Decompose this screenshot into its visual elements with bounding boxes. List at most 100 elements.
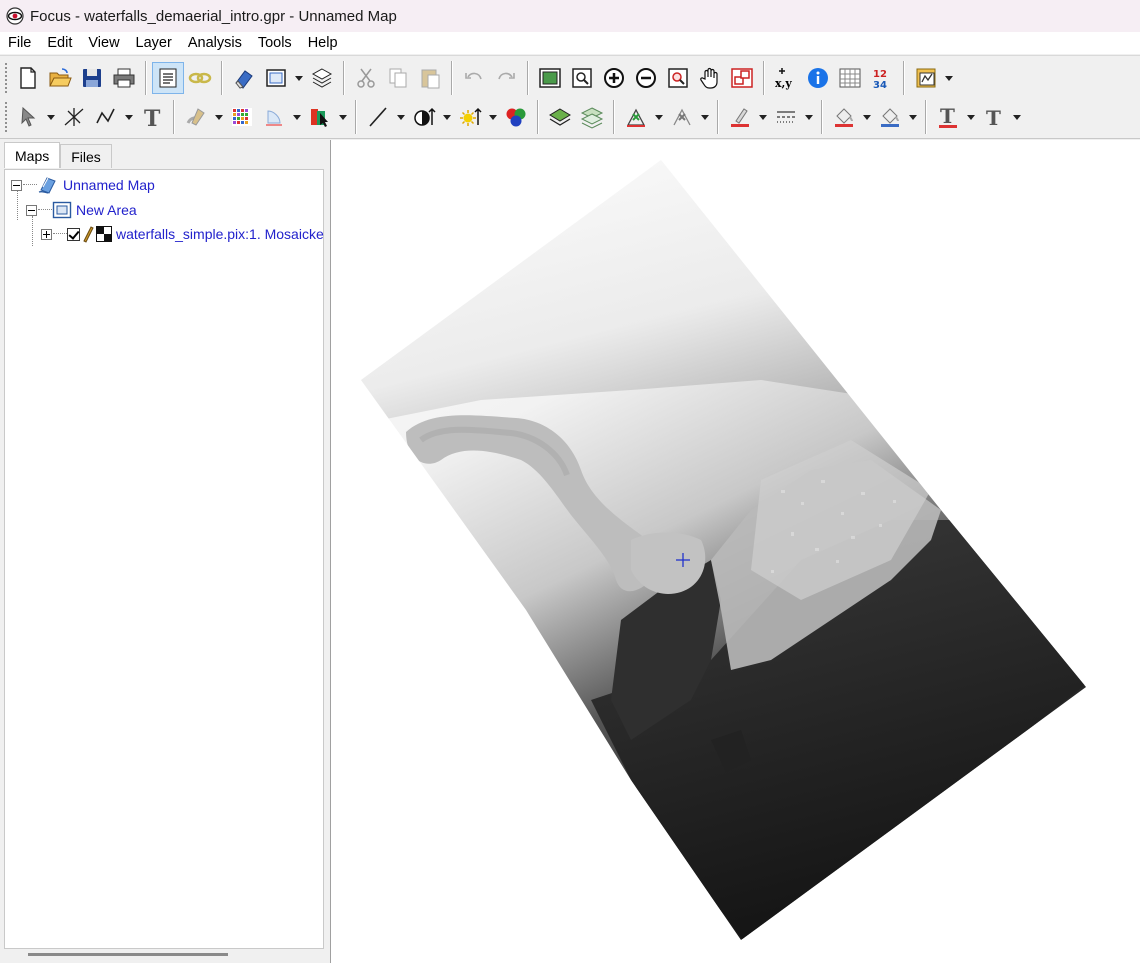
toolbar-separator (717, 100, 719, 134)
line-style-dropdown[interactable] (802, 101, 816, 133)
collapse-toggle[interactable] (11, 179, 22, 191)
layer-label[interactable]: waterfalls_simple.pix:1. Mosaicke (116, 226, 324, 242)
print-button[interactable] (108, 62, 140, 94)
color-picker-dropdown[interactable] (336, 101, 350, 133)
horizontal-scrollbar-thumb[interactable] (28, 953, 228, 956)
chart-dropdown[interactable] (942, 62, 956, 94)
cross-tool-dropdown[interactable] (698, 101, 712, 133)
font-color-dropdown[interactable] (964, 101, 978, 133)
raster-grid-button[interactable] (226, 101, 258, 133)
menu-layer[interactable]: Layer (128, 33, 180, 53)
menu-analysis[interactable]: Analysis (180, 33, 250, 53)
zoom-out-button[interactable] (630, 62, 662, 94)
redo-button[interactable] (490, 62, 522, 94)
layer-visibility-checkbox[interactable] (67, 227, 80, 241)
contrast-button[interactable] (408, 101, 440, 133)
pen-color-button[interactable] (724, 101, 756, 133)
link-button[interactable] (184, 62, 216, 94)
text-tool-button[interactable]: T (136, 101, 168, 133)
fill-dropdown[interactable] (290, 101, 304, 133)
eraser-button[interactable] (228, 62, 260, 94)
copy-button[interactable] (382, 62, 414, 94)
brightness-dropdown[interactable] (486, 101, 500, 133)
map-canvas[interactable] (330, 140, 1140, 963)
paint-bucket-dropdown[interactable] (906, 101, 920, 133)
zoom-to-extent-button[interactable] (534, 62, 566, 94)
pan-button[interactable] (694, 62, 726, 94)
table-button[interactable] (834, 62, 866, 94)
menu-edit[interactable]: Edit (39, 33, 80, 53)
map-properties-button[interactable] (152, 62, 184, 94)
map-label[interactable]: Unnamed Map (63, 177, 155, 193)
toolbar-grip[interactable] (4, 101, 8, 133)
menu-tools[interactable]: Tools (250, 33, 300, 53)
font-style-dropdown[interactable] (1010, 101, 1024, 133)
coordinates-button[interactable]: x,y (770, 62, 802, 94)
zoom-in-button[interactable] (598, 62, 630, 94)
menu-view[interactable]: View (80, 33, 127, 53)
tab-files[interactable]: Files (60, 144, 112, 168)
undo-button[interactable] (458, 62, 490, 94)
text-tool-glyph: T (144, 106, 161, 129)
tab-maps[interactable]: Maps (4, 142, 61, 168)
pen-color-icon (731, 108, 749, 127)
font-style-button[interactable]: T (978, 101, 1010, 133)
cut-icon (357, 68, 375, 88)
fill-color-dropdown[interactable] (860, 101, 874, 133)
area-button[interactable] (260, 62, 292, 94)
paste-button[interactable] (414, 62, 446, 94)
select-dropdown[interactable] (44, 101, 58, 133)
tree-item-map[interactable]: Unnamed Map (11, 174, 155, 196)
line-button[interactable] (362, 101, 394, 133)
pen-color-dropdown[interactable] (756, 101, 770, 133)
tree-item-layer[interactable]: waterfalls_simple.pix:1. Mosaicke (41, 223, 324, 245)
cross-tool-icon (673, 108, 691, 126)
vertex-tool-dropdown[interactable] (652, 101, 666, 133)
menu-help[interactable]: Help (300, 33, 346, 53)
expand-toggle[interactable] (41, 228, 52, 240)
open-button[interactable] (44, 62, 76, 94)
area-label[interactable]: New Area (76, 202, 137, 218)
cross-tool-button[interactable] (666, 101, 698, 133)
rgb-button[interactable] (500, 101, 532, 133)
polyline-dropdown[interactable] (122, 101, 136, 133)
brightness-button[interactable] (454, 101, 486, 133)
info-button[interactable] (802, 62, 834, 94)
toolbar-separator (527, 61, 529, 95)
style-dropdown[interactable] (212, 101, 226, 133)
area-dropdown[interactable] (292, 62, 306, 94)
polyline-button[interactable] (90, 101, 122, 133)
toolbar-grip[interactable] (4, 62, 8, 94)
font-style-glyph: T (986, 106, 1001, 129)
fill-icon (266, 110, 282, 126)
zoom-to-extent-icon (539, 68, 561, 88)
chart-button[interactable] (910, 62, 942, 94)
cut-button[interactable] (350, 62, 382, 94)
contrast-dropdown[interactable] (440, 101, 454, 133)
vertex-tool-button[interactable] (620, 101, 652, 133)
overview-button[interactable] (726, 62, 758, 94)
save-button[interactable] (76, 62, 108, 94)
tree-item-area[interactable]: New Area (26, 199, 137, 221)
select-button[interactable] (12, 101, 44, 133)
collapse-toggle[interactable] (26, 204, 37, 216)
fill-color-button[interactable] (828, 101, 860, 133)
color-picker-button[interactable] (304, 101, 336, 133)
layer-stack-green-button[interactable] (576, 101, 608, 133)
layers-button[interactable] (306, 62, 338, 94)
paint-bucket-button[interactable] (874, 101, 906, 133)
edit-vertex-button[interactable] (58, 101, 90, 133)
fill-button[interactable] (258, 101, 290, 133)
numbers-button[interactable]: 12 34 (866, 62, 898, 94)
zoom-to-selection-button[interactable] (662, 62, 694, 94)
style-button[interactable] (180, 101, 212, 133)
line-style-button[interactable] (770, 101, 802, 133)
new-file-button[interactable] (12, 62, 44, 94)
zoom-to-layer-button[interactable] (566, 62, 598, 94)
layer-stack-button[interactable] (544, 101, 576, 133)
eye-icon[interactable] (6, 7, 24, 25)
line-dropdown[interactable] (394, 101, 408, 133)
menu-file[interactable]: File (0, 33, 39, 53)
toolbar-separator (145, 61, 147, 95)
font-color-button[interactable]: T (932, 101, 964, 133)
